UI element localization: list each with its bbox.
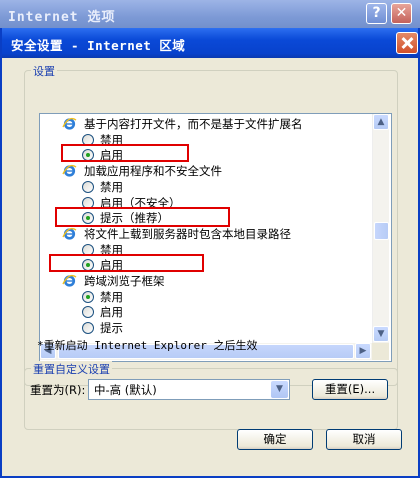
ie-setting-icon (62, 117, 77, 131)
settings-category: 基于内容打开文件，而不是基于文件扩展名 (62, 116, 391, 132)
outer-window-title: Internet 选项 (8, 10, 116, 25)
reset-level-value: 中-高 (默认) (94, 383, 157, 397)
settings-category: 将文件上载到服务器时包含本地目录路径 (62, 226, 391, 242)
settings-category: 跨域浏览子框架 (62, 273, 391, 289)
radio-unchecked-icon[interactable] (82, 306, 94, 319)
scrollbar-corner (372, 343, 389, 360)
ie-setting-icon (62, 274, 77, 288)
ok-button[interactable]: 确定 (237, 429, 313, 450)
reset-level-select[interactable]: 中-高 (默认) ▼ (88, 379, 290, 400)
red-highlight-box (61, 144, 189, 163)
ie-setting-icon (62, 227, 77, 241)
red-highlight-box (49, 254, 204, 273)
settings-option[interactable]: 启用 (80, 304, 391, 320)
help-button[interactable]: ? (366, 3, 387, 24)
dialog-title-bar: 安全设置 - Internet 区域 (2, 28, 418, 58)
reset-button[interactable]: 重置(E)... (312, 379, 388, 400)
vertical-scroll-thumb[interactable] (374, 222, 389, 240)
settings-list[interactable]: 基于内容打开文件，而不是基于文件扩展名 禁用 启用 加载应用程序和不安全文件 禁用 启用（… (39, 113, 392, 362)
settings-row-label: 提示 (100, 321, 123, 336)
radio-checked-icon[interactable] (82, 290, 94, 303)
settings-row-label: 将文件上载到服务器时包含本地目录路径 (84, 226, 291, 241)
reset-group-label: 重置自定义设置 (31, 361, 112, 377)
settings-row-label: 基于内容打开文件，而不是基于文件扩展名 (84, 117, 303, 131)
scroll-down-arrow-icon[interactable]: ▼ (373, 326, 389, 342)
chevron-down-icon[interactable]: ▼ (271, 381, 288, 398)
settings-row-label: 加载应用程序和不安全文件 (84, 164, 222, 179)
settings-row-label: 跨域浏览子框架 (84, 274, 165, 288)
settings-group-label: 设置 (31, 63, 57, 79)
red-highlight-box (55, 207, 230, 228)
dialog-close-button[interactable] (396, 32, 418, 54)
outer-title-bar: Internet 选项 ? ✕ (0, 0, 420, 28)
cancel-button[interactable]: 取消 (326, 429, 402, 450)
radio-unchecked-icon[interactable] (82, 322, 94, 335)
reset-to-label: 重置为(R): (30, 383, 86, 397)
settings-option[interactable]: 提示 (80, 320, 391, 336)
settings-row-label: 禁用 (100, 289, 123, 304)
outer-close-button[interactable]: ✕ (391, 3, 412, 24)
radio-unchecked-icon[interactable] (82, 180, 94, 193)
scroll-right-arrow-icon[interactable]: ▶ (355, 343, 371, 359)
scroll-up-arrow-icon[interactable]: ▲ (373, 114, 389, 130)
dialog-title: 安全设置 - Internet 区域 (11, 38, 186, 53)
settings-row-label: 启用 (100, 305, 123, 320)
restart-note: *重新启动 Internet Explorer 之后生效 (37, 339, 258, 352)
vertical-scrollbar[interactable]: ▲ ▼ (372, 114, 389, 343)
settings-row-label: 禁用 (100, 179, 123, 194)
settings-category: 加载应用程序和不安全文件 (62, 163, 391, 179)
security-settings-dialog: 安全设置 - Internet 区域 设置 基于内容打开文件，而不是基于文件扩展… (0, 28, 420, 478)
settings-option[interactable]: 禁用 (80, 179, 391, 195)
ie-setting-icon (62, 164, 77, 178)
settings-option[interactable]: 禁用 (80, 289, 391, 305)
